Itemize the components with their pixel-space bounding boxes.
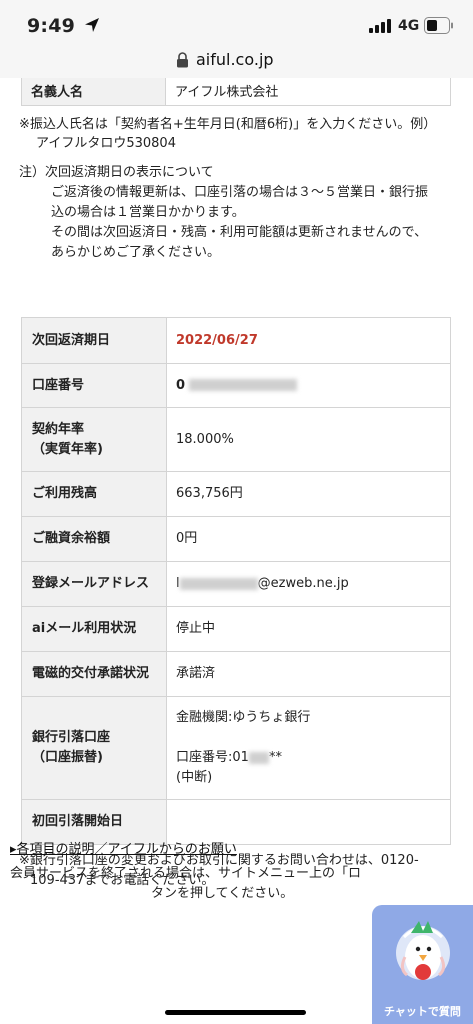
next-date-note-line3: 込の場合は１営業日かかります。	[51, 205, 245, 220]
chat-widget-button[interactable]: チャットで質問	[372, 905, 473, 1024]
account-owner-row: 名義人名 アイフル株式会社	[21, 78, 451, 106]
transfer-name-note-line1: ※振込人氏名は「契約者名+生年月日(和暦6桁)」を入力ください。例）	[19, 117, 437, 132]
bank-account-redacted	[248, 751, 269, 764]
next-payment-value: 2022/06/27	[176, 332, 258, 348]
table-row: 契約年率 （実質年率) 18.000%	[21, 407, 451, 472]
account-number-label: 口座番号	[21, 363, 167, 408]
table-row: ご融資余裕額 0円	[21, 516, 451, 562]
item-explanation-link[interactable]: ▸各項目の説明／アイフルからのお願い	[10, 838, 237, 857]
next-payment-label: 次回返済期日	[21, 317, 167, 364]
bank-account-label-line1: 銀行引落口座	[32, 730, 111, 745]
signal-icon	[369, 19, 391, 33]
next-date-note-line4: その間は次回返済日・残高・利用可能額は更新されませんので、	[51, 225, 428, 240]
location-arrow-icon	[85, 18, 99, 32]
account-info-table: 次回返済期日 2022/06/27 口座番号 0 契約年率 （実質年率) 18.…	[21, 317, 451, 845]
available-amount-value: 0円	[166, 516, 451, 562]
network-label: 4G	[398, 18, 420, 34]
status-time: 9:49	[27, 15, 76, 37]
chat-bird-icon	[396, 921, 450, 980]
next-date-note-title: 注）次回返済期日の表示について	[19, 165, 214, 180]
next-date-note-line5: あらかじめご了承ください。	[51, 245, 221, 260]
bank-account-label-line2: （口座振替)	[32, 750, 103, 765]
table-row: 銀行引落口座 （口座振替) 金融機関:ゆうちょ銀行 口座番号:01 ** (中断)	[21, 696, 451, 800]
transfer-name-note-line2: アイフルタロウ530804	[36, 136, 176, 151]
balance-value: 663,756円	[166, 471, 451, 517]
aimail-status-value: 停止中	[166, 606, 451, 652]
electronic-consent-value: 承諾済	[166, 651, 451, 697]
rate-label-line2: （実質年率)	[32, 441, 103, 457]
email-redacted	[179, 577, 258, 590]
bank-status: (中断)	[176, 770, 213, 785]
balance-label: ご利用残高	[21, 471, 167, 517]
chat-label: チャットで質問	[384, 1005, 461, 1018]
battery-icon	[424, 17, 453, 34]
termination-text-line1: 会員サービスを終了される場合は、サイトメニュー上の「ロ	[10, 866, 362, 881]
bank-account-prefix: 口座番号:01	[176, 750, 249, 765]
table-row: 次回返済期日 2022/06/27	[21, 317, 451, 364]
lock-icon	[177, 52, 188, 68]
next-date-note-line2: ご返済後の情報更新は、口座引落の場合は３～５営業日・銀行振	[51, 185, 429, 200]
bank-institution: 金融機関:ゆうちょ銀行	[176, 710, 311, 725]
email-label: 登録メールアドレス	[21, 561, 167, 607]
account-owner-value: アイフル株式会社	[175, 85, 279, 100]
table-row: 電磁的交付承諾状況 承諾済	[21, 651, 451, 697]
table-row: ご利用残高 663,756円	[21, 471, 451, 517]
aimail-status-label: aiメール利用状況	[21, 606, 167, 652]
available-amount-label: ご融資余裕額	[21, 516, 167, 562]
email-domain: @ezweb.ne.jp	[257, 576, 349, 591]
table-row: aiメール利用状況 停止中	[21, 606, 451, 652]
home-indicator[interactable]	[165, 1010, 306, 1015]
account-number-redacted	[189, 379, 298, 391]
account-owner-label: 名義人名	[22, 78, 166, 105]
url-text[interactable]: aiful.co.jp	[196, 50, 274, 69]
table-row: 登録メールアドレス l @ezweb.ne.jp	[21, 561, 451, 607]
table-row: 口座番号 0	[21, 363, 451, 408]
termination-text-line2: タンを押してください。	[151, 886, 294, 901]
electronic-consent-label: 電磁的交付承諾状況	[21, 651, 167, 697]
rate-label-line1: 契約年率	[32, 421, 85, 437]
account-number-visible: 0	[176, 377, 186, 393]
bank-account-suffix: **	[268, 750, 282, 765]
rate-value: 18.000%	[166, 407, 451, 472]
